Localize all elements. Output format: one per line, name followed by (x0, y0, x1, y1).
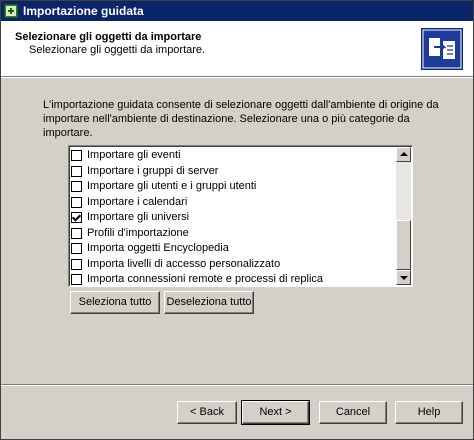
header-separator (1, 77, 473, 78)
category-checkbox[interactable] (71, 274, 82, 285)
category-checkbox[interactable] (71, 165, 82, 177)
back-button[interactable]: < Back (177, 401, 237, 424)
category-list: Importare gli eventi Importare i gruppi d… (71, 148, 394, 286)
category-item[interactable]: Importa connessioni remote e processi di… (71, 272, 394, 286)
scroll-down-button[interactable] (396, 270, 411, 285)
category-label: Importa connessioni remote e processi di… (87, 273, 324, 285)
footer-separator (1, 384, 473, 386)
title-bar[interactable]: Importazione guidata (1, 1, 473, 21)
category-checkbox[interactable] (71, 258, 82, 270)
select-all-button[interactable]: Seleziona tutto (70, 291, 160, 314)
cancel-button[interactable]: Cancel (319, 401, 387, 424)
category-item[interactable]: Importare gli eventi (71, 148, 394, 164)
wizard-header: Selezionare gli oggetti da importare Sel… (1, 21, 473, 77)
category-label: Importa livelli di accesso personalizzat… (87, 257, 281, 270)
category-item[interactable]: Importare gli universi (71, 210, 394, 226)
page-title: Selezionare gli oggetti da importare (15, 31, 202, 43)
description-text: L'importazione guidata consente di selez… (43, 99, 439, 139)
category-label: Importare gli utenti e i gruppi utenti (87, 180, 257, 192)
window-title: Importazione guidata (23, 4, 144, 18)
next-button[interactable]: Next > (241, 400, 310, 425)
help-button[interactable]: Help (395, 401, 463, 424)
arrow-up-icon (400, 152, 408, 156)
category-item[interactable]: Importare i gruppi di server (71, 164, 394, 180)
category-item[interactable]: Importare gli utenti e i gruppi utenti (71, 179, 394, 195)
category-checkbox[interactable] (71, 243, 82, 254)
category-label: Importare gli eventi (87, 149, 181, 161)
import-wizard-icon (421, 28, 463, 70)
category-label: Importare i calendari (87, 195, 188, 208)
category-checkbox[interactable] (71, 227, 82, 239)
scroll-thumb[interactable] (396, 220, 411, 270)
category-item[interactable]: Importa livelli di accesso personalizzat… (71, 257, 394, 273)
category-item[interactable]: Importare i calendari (71, 195, 394, 211)
category-checkbox[interactable] (71, 181, 82, 192)
category-listbox[interactable]: Importare gli eventi Importare i gruppi d… (68, 145, 413, 287)
page-subtitle: Selezionare gli oggetti da importare. (29, 44, 206, 56)
app-icon (4, 4, 18, 18)
category-label: Importare i gruppi di server (87, 164, 219, 177)
arrow-down-icon (400, 276, 408, 280)
deselect-all-button[interactable]: Deseleziona tutto (164, 291, 254, 314)
category-checkbox[interactable] (71, 196, 82, 208)
category-label: Profili d'importazione (87, 226, 189, 239)
import-wizard-window: Importazione guidata Selezionare gli ogg… (0, 0, 474, 440)
category-checkbox[interactable] (71, 212, 82, 223)
vertical-scrollbar[interactable] (396, 147, 411, 285)
scroll-up-button[interactable] (396, 147, 411, 162)
category-item[interactable]: Importa oggetti Encyclopedia (71, 241, 394, 257)
category-checkbox[interactable] (71, 150, 82, 161)
category-label: Importare gli universi (87, 211, 190, 223)
category-label: Importa oggetti Encyclopedia (87, 242, 229, 254)
category-item[interactable]: Profili d'importazione (71, 226, 394, 242)
